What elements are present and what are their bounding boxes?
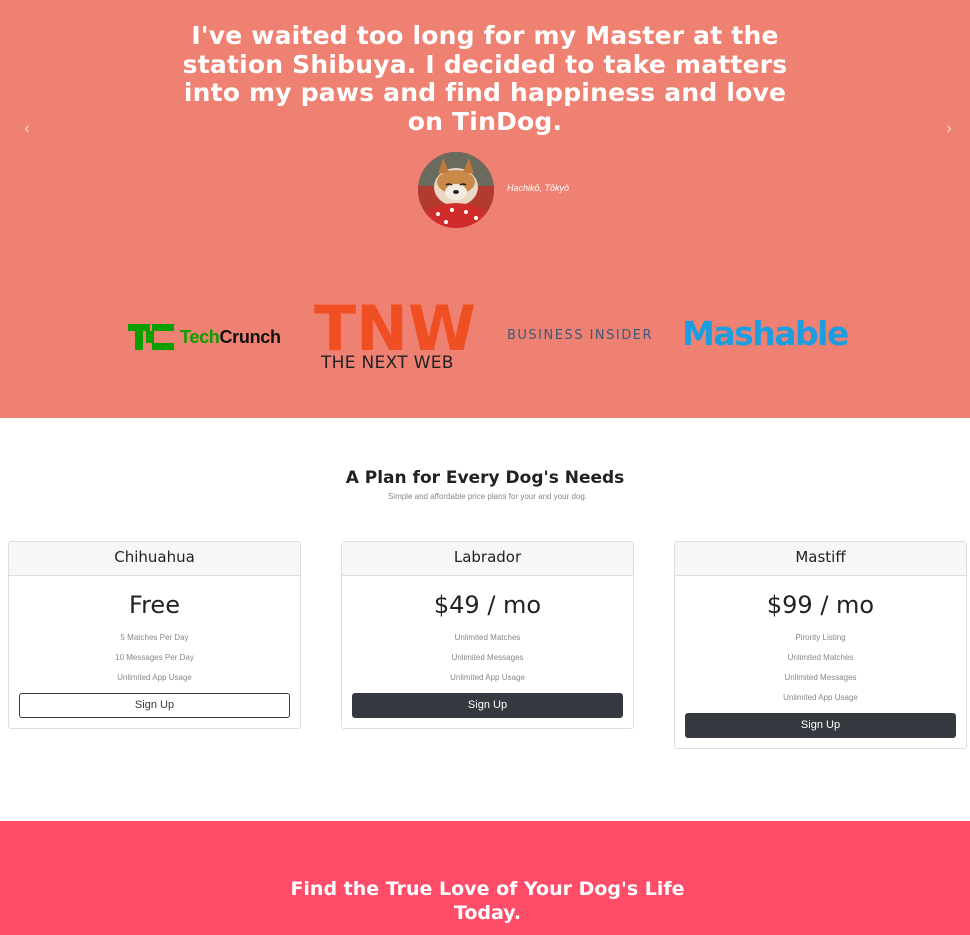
techcrunch-wordmark: TechCrunch (180, 326, 281, 347)
sign-up-button-chihuahua[interactable]: Sign Up (19, 693, 290, 718)
business-insider-logo: BUSINESS INSIDER (507, 328, 653, 343)
plan-feature: Unlimited App Usage (783, 693, 858, 702)
plan-feature: Pirority Listing (795, 633, 846, 642)
plan-feature: Unlimited App Usage (450, 673, 525, 682)
tnw-logo: TNW THE NEXT WEB (314, 292, 476, 374)
plan-feature-list: 5 Matches Per Day 10 Messages Per Day Un… (9, 628, 300, 688)
carousel-prev-icon[interactable]: ‹ (17, 118, 37, 140)
pricing-section: A Plan for Every Dog's Needs Simple and … (0, 418, 970, 821)
tnw-tagline: THE NEXT WEB (321, 353, 454, 373)
plan-price: $49 / mo (433, 591, 542, 619)
pricing-subtitle: Simple and affordable price plans for yo… (387, 492, 588, 501)
plan-feature: Unlimited App Usage (117, 673, 192, 682)
dog-avatar (418, 152, 494, 228)
tnw-mark-text: TNW (314, 300, 476, 352)
plan-name: Chihuahua (9, 542, 300, 576)
plan-feature: 10 Messages Per Day (115, 653, 194, 662)
plan-feature-list: Unlimited Matches Unlimited Messages Unl… (342, 628, 633, 688)
pricing-title: A Plan for Every Dog's Needs (345, 468, 625, 488)
testimonial-quote: I've waited too long for my Master at th… (182, 21, 788, 136)
plan-feature: Unlimited Messages (784, 673, 857, 682)
testimonial-section: ‹ › I've waited too long for my Master a… (0, 0, 970, 418)
sign-up-button-mastiff[interactable]: Sign Up (685, 713, 956, 738)
carousel-next-icon[interactable]: › (939, 118, 959, 140)
cta-section: Find the True Love of Your Dog's Life To… (0, 821, 970, 935)
cta-title: Find the True Love of Your Dog's Life To… (290, 878, 685, 924)
plan-card-chihuahua: Chihuahua Free 5 Matches Per Day 10 Mess… (8, 541, 301, 729)
tnw-mark-icon: TNW (314, 292, 476, 365)
plan-price: $99 / mo (766, 591, 875, 619)
plan-feature: Unlimited Matches (454, 633, 521, 642)
plan-feature: 5 Matches Per Day (120, 633, 189, 642)
sign-up-button-labrador[interactable]: Sign Up (352, 693, 623, 718)
plan-feature-list: Pirority Listing Unlimited Matches Unlim… (675, 628, 966, 708)
plan-feature: Unlimited Messages (451, 653, 524, 662)
plan-feature: Unlimited Matches (787, 653, 854, 662)
testimonial-author: Hachikō, Tōkyō (507, 183, 570, 193)
plan-name: Mastiff (675, 542, 966, 576)
plan-card-mastiff: Mastiff $99 / mo Pirority Listing Unlimi… (674, 541, 967, 749)
plan-name: Labrador (342, 542, 633, 576)
techcrunch-logo: TechCrunch (128, 324, 281, 350)
mashable-logo: Mashable (682, 314, 849, 353)
plan-card-labrador: Labrador $49 / mo Unlimited Matches Unli… (341, 541, 634, 729)
plan-price: Free (129, 591, 180, 619)
techcrunch-mark-icon (128, 324, 174, 350)
